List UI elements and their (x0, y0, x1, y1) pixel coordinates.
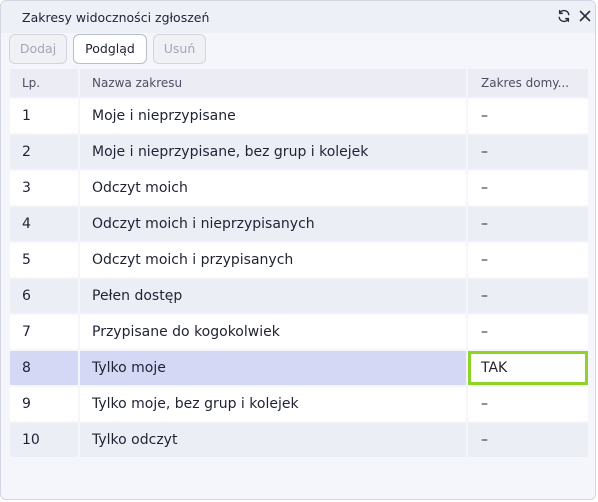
cell-name[interactable]: Odczyt moich (80, 171, 466, 205)
cell-default[interactable]: – (468, 423, 588, 457)
table-row[interactable]: 2 Moje i nieprzypisane, bez grup i koleje… (9, 134, 591, 170)
table-row[interactable]: 3 Odczyt moich – (9, 170, 591, 206)
table-row[interactable]: 5 Odczyt moich i przypisanych – (9, 242, 591, 278)
cell-lp[interactable]: 1 (10, 99, 78, 133)
cell-lp[interactable]: 4 (10, 207, 78, 241)
cell-default[interactable]: – (468, 207, 588, 241)
cell-name[interactable]: Tylko odczyt (80, 423, 466, 457)
cell-default[interactable]: – (468, 279, 588, 313)
column-header-name[interactable]: Nazwa zakresu (80, 69, 466, 97)
table-row[interactable]: 4 Odczyt moich i nieprzypisanych – (9, 206, 591, 242)
table-row[interactable]: 10 Tylko odczyt – (9, 422, 591, 458)
table-header-row: Lp. Nazwa zakresu Zakres domy... (9, 68, 591, 98)
cell-lp[interactable]: 3 (10, 171, 78, 205)
close-icon[interactable] (575, 6, 595, 26)
cell-lp[interactable]: 2 (10, 135, 78, 169)
cell-default[interactable]: – (468, 99, 588, 133)
preview-button[interactable]: Podgląd (73, 34, 147, 64)
cell-lp[interactable]: 7 (10, 315, 78, 349)
cell-default[interactable]: TAK (468, 351, 588, 385)
cell-name[interactable]: Pełen dostęp (80, 279, 466, 313)
table-row[interactable]: 8 Tylko moje TAK (9, 350, 591, 386)
cell-name[interactable]: Odczyt moich i nieprzypisanych (80, 207, 466, 241)
table-row[interactable]: 1 Moje i nieprzypisane – (9, 98, 591, 134)
table-row[interactable]: 7 Przypisane do kogokolwiek – (9, 314, 591, 350)
scopes-window: Zakresy widoczności zgłoszeń Dodaj Podgl… (0, 0, 596, 500)
delete-button[interactable]: Usuń (153, 34, 206, 64)
cell-name[interactable]: Przypisane do kogokolwiek (80, 315, 466, 349)
cell-name[interactable]: Moje i nieprzypisane, bez grup i kolejek (80, 135, 466, 169)
cell-lp[interactable]: 9 (10, 387, 78, 421)
cell-default[interactable]: – (468, 135, 588, 169)
cell-name[interactable]: Odczyt moich i przypisanych (80, 243, 466, 277)
cell-name[interactable]: Moje i nieprzypisane (80, 99, 466, 133)
cell-lp[interactable]: 10 (10, 423, 78, 457)
column-header-default[interactable]: Zakres domy... (468, 69, 588, 97)
cell-default[interactable]: – (468, 315, 588, 349)
cell-lp[interactable]: 6 (10, 279, 78, 313)
table-body: 1 Moje i nieprzypisane –2 Moje i nieprzypis… (9, 98, 591, 458)
cell-default[interactable]: – (468, 171, 588, 205)
column-header-lp[interactable]: Lp. (10, 69, 78, 97)
cell-default[interactable]: – (468, 387, 588, 421)
title-bar: Zakresy widoczności zgłoszeń (1, 1, 595, 33)
window-title: Zakresy widoczności zgłoszeń (22, 10, 210, 25)
cell-default[interactable]: – (468, 243, 588, 277)
table-row[interactable]: 9 Tylko moje, bez grup i kolejek – (9, 386, 591, 422)
scopes-table: Lp. Nazwa zakresu Zakres domy... 1 Moje i… (9, 68, 591, 458)
refresh-icon[interactable] (554, 6, 574, 26)
cell-name[interactable]: Tylko moje (80, 351, 466, 385)
add-button[interactable]: Dodaj (9, 34, 67, 64)
cell-name[interactable]: Tylko moje, bez grup i kolejek (80, 387, 466, 421)
cell-lp[interactable]: 5 (10, 243, 78, 277)
cell-lp[interactable]: 8 (10, 351, 78, 385)
table-row[interactable]: 6 Pełen dostęp – (9, 278, 591, 314)
